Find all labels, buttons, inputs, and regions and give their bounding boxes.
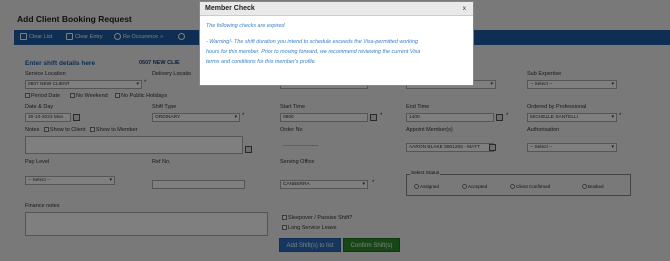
dialog-warning-line-1: - Warning!- The shift duration you inten… (206, 39, 418, 45)
dialog-header: Member Check x (200, 2, 473, 16)
member-check-dialog: Member Check x The following checks are … (199, 1, 474, 86)
dialog-title: Member Check (205, 5, 255, 12)
dialog-line-expired: The following checks are expired (206, 23, 285, 29)
dialog-warning-line-2: hours for this member. Prior to moving f… (206, 49, 421, 55)
dialog-warning-line-3: terms and conditions for this member's p… (206, 59, 317, 65)
dialog-body: The following checks are expired - Warni… (200, 16, 473, 72)
close-icon[interactable]: x (463, 5, 466, 12)
